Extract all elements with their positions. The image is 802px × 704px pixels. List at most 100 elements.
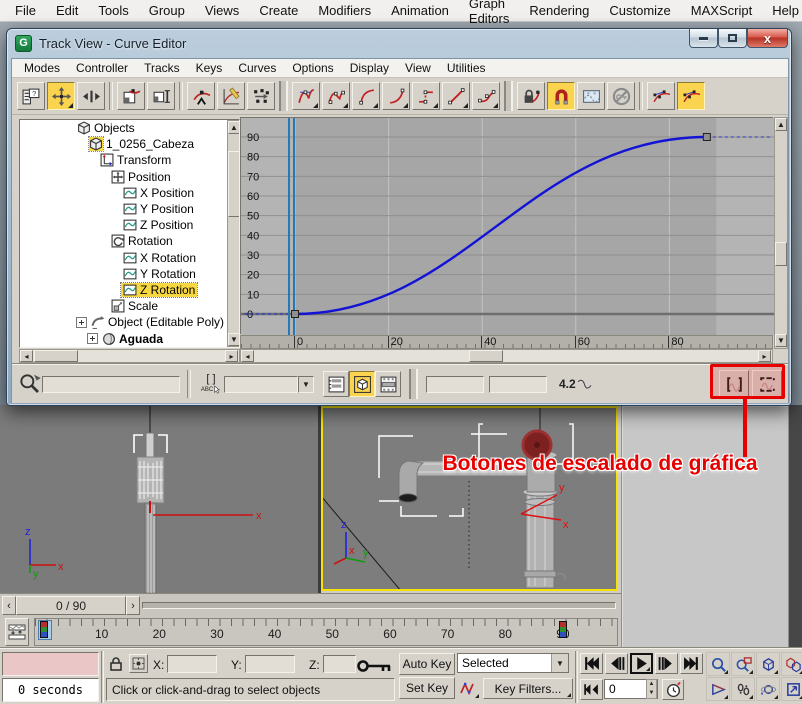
time-slider-next-icon[interactable]: › [126,596,140,615]
curve-editor-menu-item[interactable]: Modes [16,60,68,76]
graph-vertical-scrollbar[interactable]: ▲ ▼ [774,117,788,349]
play-button[interactable] [630,653,653,674]
key-filters-button[interactable]: Key Filters... [483,678,573,699]
lock-selection-button[interactable] [517,82,545,110]
time-slider-rail[interactable] [142,602,616,609]
main-menu-item[interactable]: Modifiers [309,1,380,20]
maximize-button[interactable] [718,29,747,48]
edit-track-set-icon[interactable]: [ ] ABC [198,374,224,395]
curve-editor-menu-item[interactable]: Controller [68,60,136,76]
previous-frame-button[interactable] [605,653,628,674]
curve-editor-menu-item[interactable]: Options [284,60,341,76]
viewport-front[interactable]: x z y x [0,405,318,593]
selection-center-icon[interactable] [129,654,148,673]
main-menu-item[interactable]: Animation [382,1,458,20]
window-titlebar[interactable]: G Track View - Curve Editor x [7,29,791,58]
set-tangents-step-button[interactable] [412,82,440,110]
show-keyable-icons-button[interactable] [607,82,635,110]
z-coord-field[interactable] [323,655,356,673]
zoom-all-button[interactable] [731,652,755,676]
curve-editor-menu-item[interactable]: Display [342,60,397,76]
set-tangents-slow-button[interactable] [382,82,410,110]
chevron-down-icon[interactable]: ▼ [551,654,568,672]
y-coord-field[interactable] [245,655,295,673]
tree-scrollbar-thumb[interactable] [228,151,240,217]
graph-time-ruler[interactable]: 020406080 [240,335,773,349]
orbit-button[interactable] [756,677,780,701]
frame-spinner[interactable]: ▲▼ [646,679,657,699]
tree-item-x-position[interactable]: X Position [20,185,226,201]
scroll-up-icon[interactable]: ▲ [775,118,787,131]
auto-key-button[interactable]: Auto Key [399,653,455,675]
curve-graph[interactable]: 0102030405060708090 [240,117,773,334]
zoom-extents-button[interactable] [756,652,780,676]
zoom-extents-all-button[interactable] [781,652,802,676]
lock-ui-icon[interactable] [107,655,125,678]
curve-editor-menu-item[interactable]: Tracks [136,60,188,76]
set-tangents-fast-button[interactable] [352,82,380,110]
main-menu-item[interactable]: MAXScript [682,1,761,20]
next-frame-button[interactable] [655,653,678,674]
main-menu-item[interactable]: Create [250,1,307,20]
zoom-button[interactable] [706,652,730,676]
go-to-end-button[interactable] [680,653,703,674]
close-button[interactable]: x [747,29,788,48]
main-menu-item[interactable]: Group [140,1,194,20]
tree-item-position[interactable]: Position [20,169,226,185]
main-menu-item[interactable]: Tools [89,1,137,20]
snap-frames-button[interactable] [547,82,575,110]
key-mode-toggle-button[interactable] [580,679,603,700]
go-to-start-button[interactable] [580,653,603,674]
tree-item-y-rotation[interactable]: Y Rotation [20,266,226,282]
tree-item-transform[interactable]: Transform [20,152,226,168]
tree-item-y-position[interactable]: Y Position [20,201,226,217]
time-configuration-button[interactable] [662,679,684,700]
tree-item-objects[interactable]: Objects [20,120,226,136]
scale-values-button[interactable] [147,82,175,110]
tree-item-z-position[interactable]: Z Position [20,217,226,233]
tree-item-rotation[interactable]: Rotation [20,233,226,249]
function-curve[interactable]: 0102030405060708090 [241,118,774,335]
curve-editor-menu-item[interactable]: Keys [188,60,231,76]
curve-editor-menu-item[interactable]: Curves [230,60,284,76]
zoom-selected-icon[interactable] [18,372,42,396]
main-menu-item[interactable]: Graph Editors [460,0,518,28]
tree-horizontal-scrollbar[interactable]: ◂ ▸ [19,349,240,363]
tree-item-aguada[interactable]: Aguada [20,330,226,346]
track-name-field[interactable] [42,376,180,393]
param-out-of-range-button[interactable] [577,82,605,110]
move-keys-button[interactable] [47,82,75,110]
curve-editor-menu-item[interactable]: Utilities [439,60,494,76]
filter-objects-button[interactable] [349,371,375,397]
main-menu-item[interactable]: Rendering [520,1,598,20]
viewport-perspective-active[interactable]: y x z x y [321,406,618,591]
trackbar-key-marker[interactable] [559,621,567,638]
tree-scrollbar[interactable]: ▲ ▼ [227,120,240,347]
tree-item-scale[interactable]: Scale [20,298,226,314]
scroll-down-icon[interactable]: ▼ [775,334,787,347]
expand-icon[interactable] [76,317,87,328]
reduce-keys-button[interactable] [247,82,275,110]
expand-icon[interactable] [87,333,98,344]
x-coord-field[interactable] [167,655,217,673]
set-key-button[interactable]: Set Key [399,677,455,699]
track-bar-ruler[interactable]: 102030405060708090 [34,618,618,646]
scroll-up-icon[interactable]: ▲ [228,121,240,134]
main-menu-item[interactable]: Views [196,1,248,20]
key-value-field[interactable] [489,376,547,393]
time-slider-prev-icon[interactable]: ‹ [2,596,16,615]
graph-horizontal-scrollbar[interactable]: ◂ ▸ [240,349,773,363]
walk-through-button[interactable] [731,677,755,701]
slide-keys-button[interactable] [77,82,105,110]
main-menu-item[interactable]: Customize [600,1,679,20]
main-menu-item[interactable]: Help [763,1,802,20]
set-key-mode-icon[interactable] [458,679,480,699]
add-keys-button[interactable] [187,82,215,110]
graph-scrollbar-thumb[interactable] [775,242,787,266]
curve-editor-menu-item[interactable]: View [397,60,439,76]
field-of-view-button[interactable] [706,677,730,701]
tree-item-1-0256-cabeza[interactable]: 1_0256_Cabeza [20,136,226,152]
minimize-button[interactable] [689,29,718,48]
filter-list-button[interactable] [323,371,349,397]
tree-item-x-rotation[interactable]: X Rotation [20,250,226,266]
